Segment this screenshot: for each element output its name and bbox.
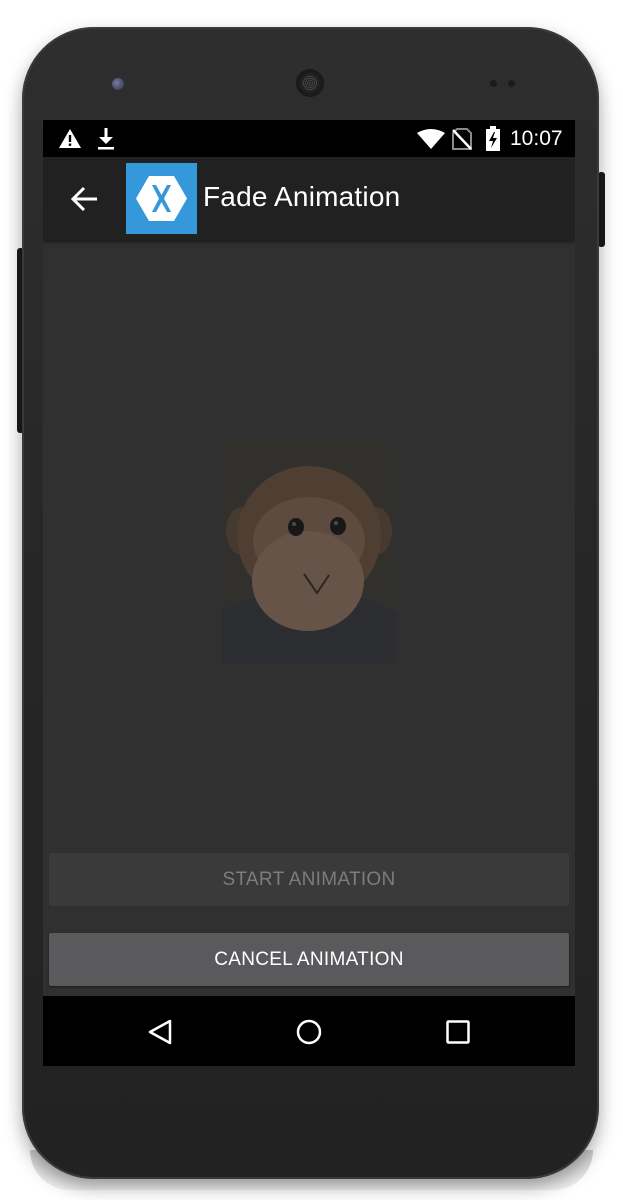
no-sim-icon xyxy=(452,128,472,150)
nav-home-icon[interactable] xyxy=(295,1018,323,1046)
navigation-bar xyxy=(43,996,575,1066)
warning-icon xyxy=(59,129,81,148)
light-sensor xyxy=(508,80,515,87)
proximity-sensor xyxy=(490,80,497,87)
download-icon xyxy=(98,128,114,150)
page-title: Fade Animation xyxy=(203,181,401,212)
notification-led xyxy=(112,78,124,90)
cancel-animation-button[interactable]: CANCEL ANIMATION xyxy=(49,933,569,986)
app-bar: Fade Animation xyxy=(43,157,575,240)
battery-charging-icon xyxy=(486,126,500,151)
start-animation-button[interactable]: START ANIMATION xyxy=(49,853,569,906)
arrow-back-icon[interactable] xyxy=(69,185,99,213)
front-camera xyxy=(296,69,324,97)
nav-back-icon[interactable] xyxy=(146,1018,174,1046)
wifi-icon xyxy=(417,129,445,149)
nav-recents-icon[interactable] xyxy=(444,1018,472,1046)
status-bar: 10:07 xyxy=(43,120,575,157)
status-time: 10:07 xyxy=(510,127,563,150)
power-button xyxy=(598,172,605,247)
content-area: START ANIMATION CANCEL ANIMATION xyxy=(43,240,575,996)
xamarin-logo-icon xyxy=(126,163,197,234)
monkey-plush-image xyxy=(222,441,396,663)
phone-screen: 10:07 Fade Animation START ANIMATION CAN… xyxy=(43,120,575,1066)
